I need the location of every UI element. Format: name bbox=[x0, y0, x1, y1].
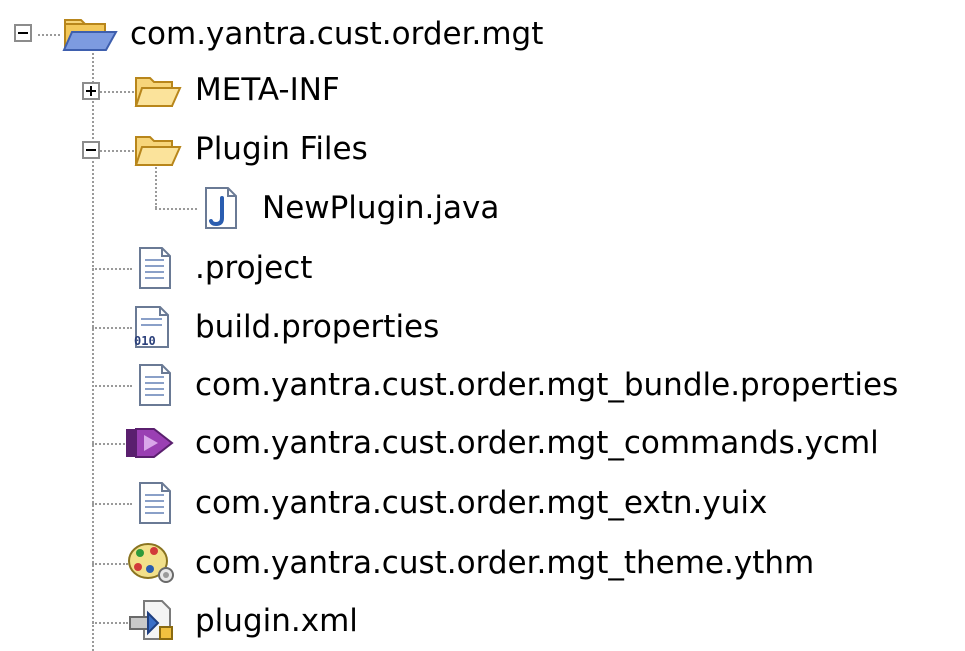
tree-item-label: build.properties bbox=[195, 309, 440, 345]
tree-item-label: NewPlugin.java bbox=[262, 190, 500, 226]
tree-item-label: plugin.xml bbox=[195, 603, 358, 639]
tree-item-newplugin-java[interactable]: NewPlugin.java bbox=[0, 180, 965, 238]
tree-item-bundle-properties[interactable]: com.yantra.cust.order.mgt_bundle.propert… bbox=[0, 357, 965, 415]
tree-item-label: com.yantra.cust.order.mgt_commands.ycml bbox=[195, 425, 879, 461]
folder-open-icon bbox=[62, 14, 118, 54]
text-file-icon bbox=[134, 481, 174, 525]
text-file-icon bbox=[134, 246, 174, 290]
tree-item-extn-yuix[interactable]: com.yantra.cust.order.mgt_extn.yuix bbox=[0, 475, 965, 533]
tree-root-label: com.yantra.cust.order.mgt bbox=[130, 16, 544, 52]
folder-open-icon bbox=[134, 131, 182, 169]
collapse-toggle[interactable] bbox=[14, 24, 32, 42]
tree-item-label: com.yantra.cust.order.mgt_bundle.propert… bbox=[195, 367, 899, 403]
tree-item-label: com.yantra.cust.order.mgt_extn.yuix bbox=[195, 485, 768, 521]
tree-item-label: com.yantra.cust.order.mgt_theme.ythm bbox=[195, 545, 815, 581]
plugin-xml-icon bbox=[128, 599, 178, 645]
commands-file-icon bbox=[122, 423, 184, 463]
tree-root-row[interactable]: com.yantra.cust.order.mgt bbox=[0, 6, 965, 64]
tree-item-build-properties[interactable]: 010 build.properties bbox=[0, 299, 965, 357]
tree-item-theme-ythm[interactable]: com.yantra.cust.order.mgt_theme.ythm bbox=[0, 535, 965, 593]
tree-item-plugin-xml[interactable]: plugin.xml bbox=[0, 593, 965, 651]
theme-palette-icon bbox=[126, 539, 178, 587]
svg-text:010: 010 bbox=[134, 334, 156, 348]
properties-file-icon: 010 bbox=[130, 305, 176, 351]
tree-item-label: .project bbox=[195, 250, 313, 286]
tree-item-project[interactable]: .project bbox=[0, 240, 965, 298]
tree-item-commands-ycml[interactable]: com.yantra.cust.order.mgt_commands.ycml bbox=[0, 415, 965, 473]
project-tree: com.yantra.cust.order.mgt META-INF Plugi… bbox=[0, 0, 965, 651]
text-file-icon bbox=[134, 363, 174, 407]
collapse-toggle[interactable] bbox=[82, 141, 100, 159]
folder-icon bbox=[134, 72, 182, 110]
tree-item-plugin-files[interactable]: Plugin Files bbox=[0, 121, 965, 179]
tree-item-meta-inf[interactable]: META-INF bbox=[0, 62, 965, 120]
tree-item-label: Plugin Files bbox=[195, 131, 368, 167]
tree-item-label: META-INF bbox=[195, 72, 340, 108]
expand-toggle[interactable] bbox=[82, 82, 100, 100]
java-file-icon bbox=[200, 186, 240, 230]
